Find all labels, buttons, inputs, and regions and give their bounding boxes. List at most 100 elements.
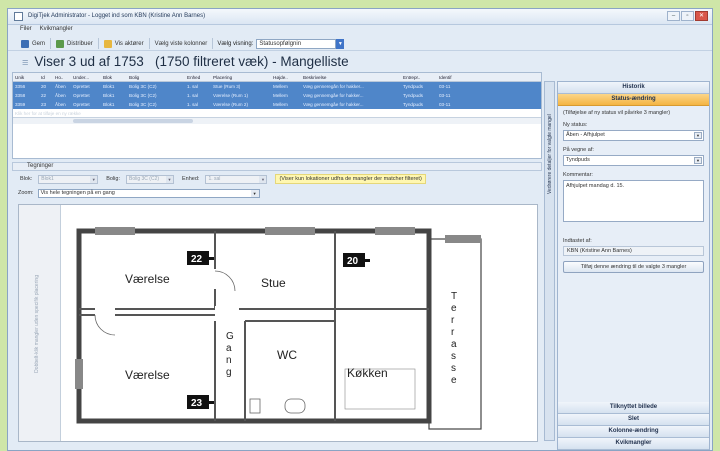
col-header[interactable]: Højde.. [271,73,301,81]
close-button[interactable]: ✕ [695,11,708,21]
status-change-header[interactable]: Status-ændring [558,94,709,106]
cell: Oprettet [73,102,90,107]
zoom-value: Vis hele tegningen på en gang [40,189,115,196]
room-label-vaerelse-2: Værelse [125,368,170,382]
ny-status-value: Åben - Afhjulpet [566,132,605,138]
paa-vegne-select[interactable]: Tyndpuds ▼ [563,155,704,166]
cell: Blok1 [103,102,115,107]
menu-filer[interactable]: Filer [20,26,32,36]
minimize-button[interactable]: – [667,11,680,21]
actors-button[interactable]: Vis aktører [99,38,150,49]
table-header: Unik Id Ho.. Under... Blok Bolig Enhed P… [13,73,541,82]
status-change-form: (Tilføjelse af ny status vil påvirke 3 m… [558,106,709,277]
unplaced-hint: Dobbelt-klik mangler uden specifik place… [34,275,40,373]
drawing-canvas[interactable]: Dobbelt-klik mangler uden specifik place… [18,204,538,442]
room-label-terrasse: T e r r a s s e [451,291,457,386]
horizontal-scrollbar[interactable] [13,117,541,124]
floor-plan[interactable]: Værelse Stue Værelse WC Køkken G a n g T… [65,209,485,437]
col-header[interactable]: Ho.. [53,73,71,81]
chevron-down-icon[interactable]: ▼ [336,38,345,49]
panel-footer: Tilknyttet billede Slet Kolonne-ændring … [558,402,709,450]
ny-status-select[interactable]: Åben - Afhjulpet ▼ [563,130,704,141]
table-row[interactable]: 3359 23 Åben Oprettet Blok1 Bolig 3C (C2… [13,100,541,109]
scrollbar-thumb[interactable] [73,119,193,123]
col-header[interactable]: Beskrivelse [301,73,401,81]
indtastet-field: KBN (Kristine Ann Barnes) [563,246,704,256]
col-header[interactable]: Placering [211,73,271,81]
terrasse-outline [428,238,482,430]
cell: 03-11 [439,93,451,98]
distribute-button[interactable]: Distribuer [51,38,99,49]
bolig-select[interactable]: Bolig 3C (C2) ▼ [126,174,174,184]
plan-walls [76,228,432,424]
sink-icon [284,398,306,414]
vertical-tab-label: Vedrørere detaljer for valgte mangel [547,114,553,194]
kommentar-label: Kommentar: [563,172,593,178]
view-select[interactable]: Statusopfølgnin [256,38,337,49]
cell: 1. sal [187,102,198,107]
toilet-icon [249,398,261,414]
distribute-icon [56,39,65,48]
columns-button[interactable]: Vælg viste kolonner [150,38,214,49]
table-row[interactable]: 3358 22 Åben Oprettet Blok1 Bolig 3C (C2… [13,91,541,100]
col-header[interactable]: Enhed [185,73,211,81]
blok-select[interactable]: Blok1 ▼ [38,174,99,184]
cell: Åben [55,84,66,89]
cell: Mellem [273,93,288,98]
chevron-down-icon: ▼ [90,175,98,183]
menu-lines-icon: ≡ [22,57,29,69]
col-header[interactable]: Blok [101,73,127,81]
col-header[interactable]: Bolig [127,73,185,81]
save-button[interactable]: Gem [16,38,52,49]
enhed-select[interactable]: 1. sal ▼ [205,174,268,184]
cell: Blok1 [103,84,115,89]
toolbar: Gem Distribuer Vis aktører Vælg viste ko… [8,37,712,51]
terrasse-letter: r [451,327,455,338]
cell: Åben [55,93,66,98]
cell: Stue (Rum 3) [213,84,241,89]
attached-image-header[interactable]: Tilknyttet billede [558,402,709,414]
col-header[interactable]: Unik [13,73,39,81]
cell: Væg gennemgåe for hakker... [303,102,364,107]
app-window: DigiTjek Administrator - Logget ind som … [7,8,713,451]
defect-marker-20[interactable]: 20 [343,253,370,267]
zoom-select[interactable]: Vis hele tegningen på en gang ▼ [37,188,260,198]
cell: Oprettet [73,84,90,89]
paa-vegne-label: På vegne af: [563,147,594,153]
historik-header[interactable]: Historik [558,82,709,94]
terrasse-letter: s [451,363,456,374]
col-header[interactable]: Identif [437,73,457,81]
defect-marker-22[interactable]: 22 [187,251,214,265]
drawings-section-header[interactable]: Tegninger [12,162,542,171]
cell: Bolig 3C (C2) [129,93,157,98]
column-change-header[interactable]: Kolonne-ændring [558,426,709,438]
table-row[interactable]: 3356 20 Åben Oprettet Blok1 Bolig 3C (C2… [13,82,541,91]
menu-bar: Filer Kvikmangler [8,26,712,36]
maximize-button[interactable]: ▫ [681,11,694,21]
kommentar-textarea[interactable]: Afhjulpet mandag d. 15. [563,180,704,222]
kvikmangler-header[interactable]: Kvikmangler [558,438,709,450]
col-header[interactable]: Id [39,73,53,81]
col-header[interactable]: Under... [71,73,101,81]
cell: Oprettet [73,93,90,98]
unplaced-defects-strip[interactable]: Dobbelt-klik mangler uden specifik place… [19,205,61,441]
add-status-change-button[interactable]: Tilføj denne ændring til de valgte 3 man… [563,261,704,273]
details-vertical-tab[interactable]: Vedrørere detaljer for valgte mangel [544,81,555,441]
right-panel: Historik Status-ændring (Tilføjelse af n… [557,81,710,450]
title-count: Viser 3 ud af 1753 [34,54,144,69]
marker-label: 22 [191,254,203,265]
cell: 1. sal [187,93,198,98]
col-header[interactable]: Entrepr.. [401,73,437,81]
menu-kvikmangler[interactable]: Kvikmangler [40,26,73,36]
defect-marker-23[interactable]: 23 [187,395,214,409]
window-title: DigiTjek Administrator - Logget ind som … [28,13,206,19]
bolig-value: Bolig 3C (C2) [129,175,160,182]
cell: 1. sal [187,84,198,89]
gang-letter: n [226,355,232,366]
indtastet-label: Indtastet af: [563,238,592,244]
terrasse-letter: e [451,303,457,314]
marker-label: 23 [191,398,203,409]
page-title: ≡ Viser 3 ud af 1753 (1750 filtreret væk)… [22,54,349,69]
delete-header[interactable]: Slet [558,414,709,426]
terrasse-letter: T [451,291,457,302]
